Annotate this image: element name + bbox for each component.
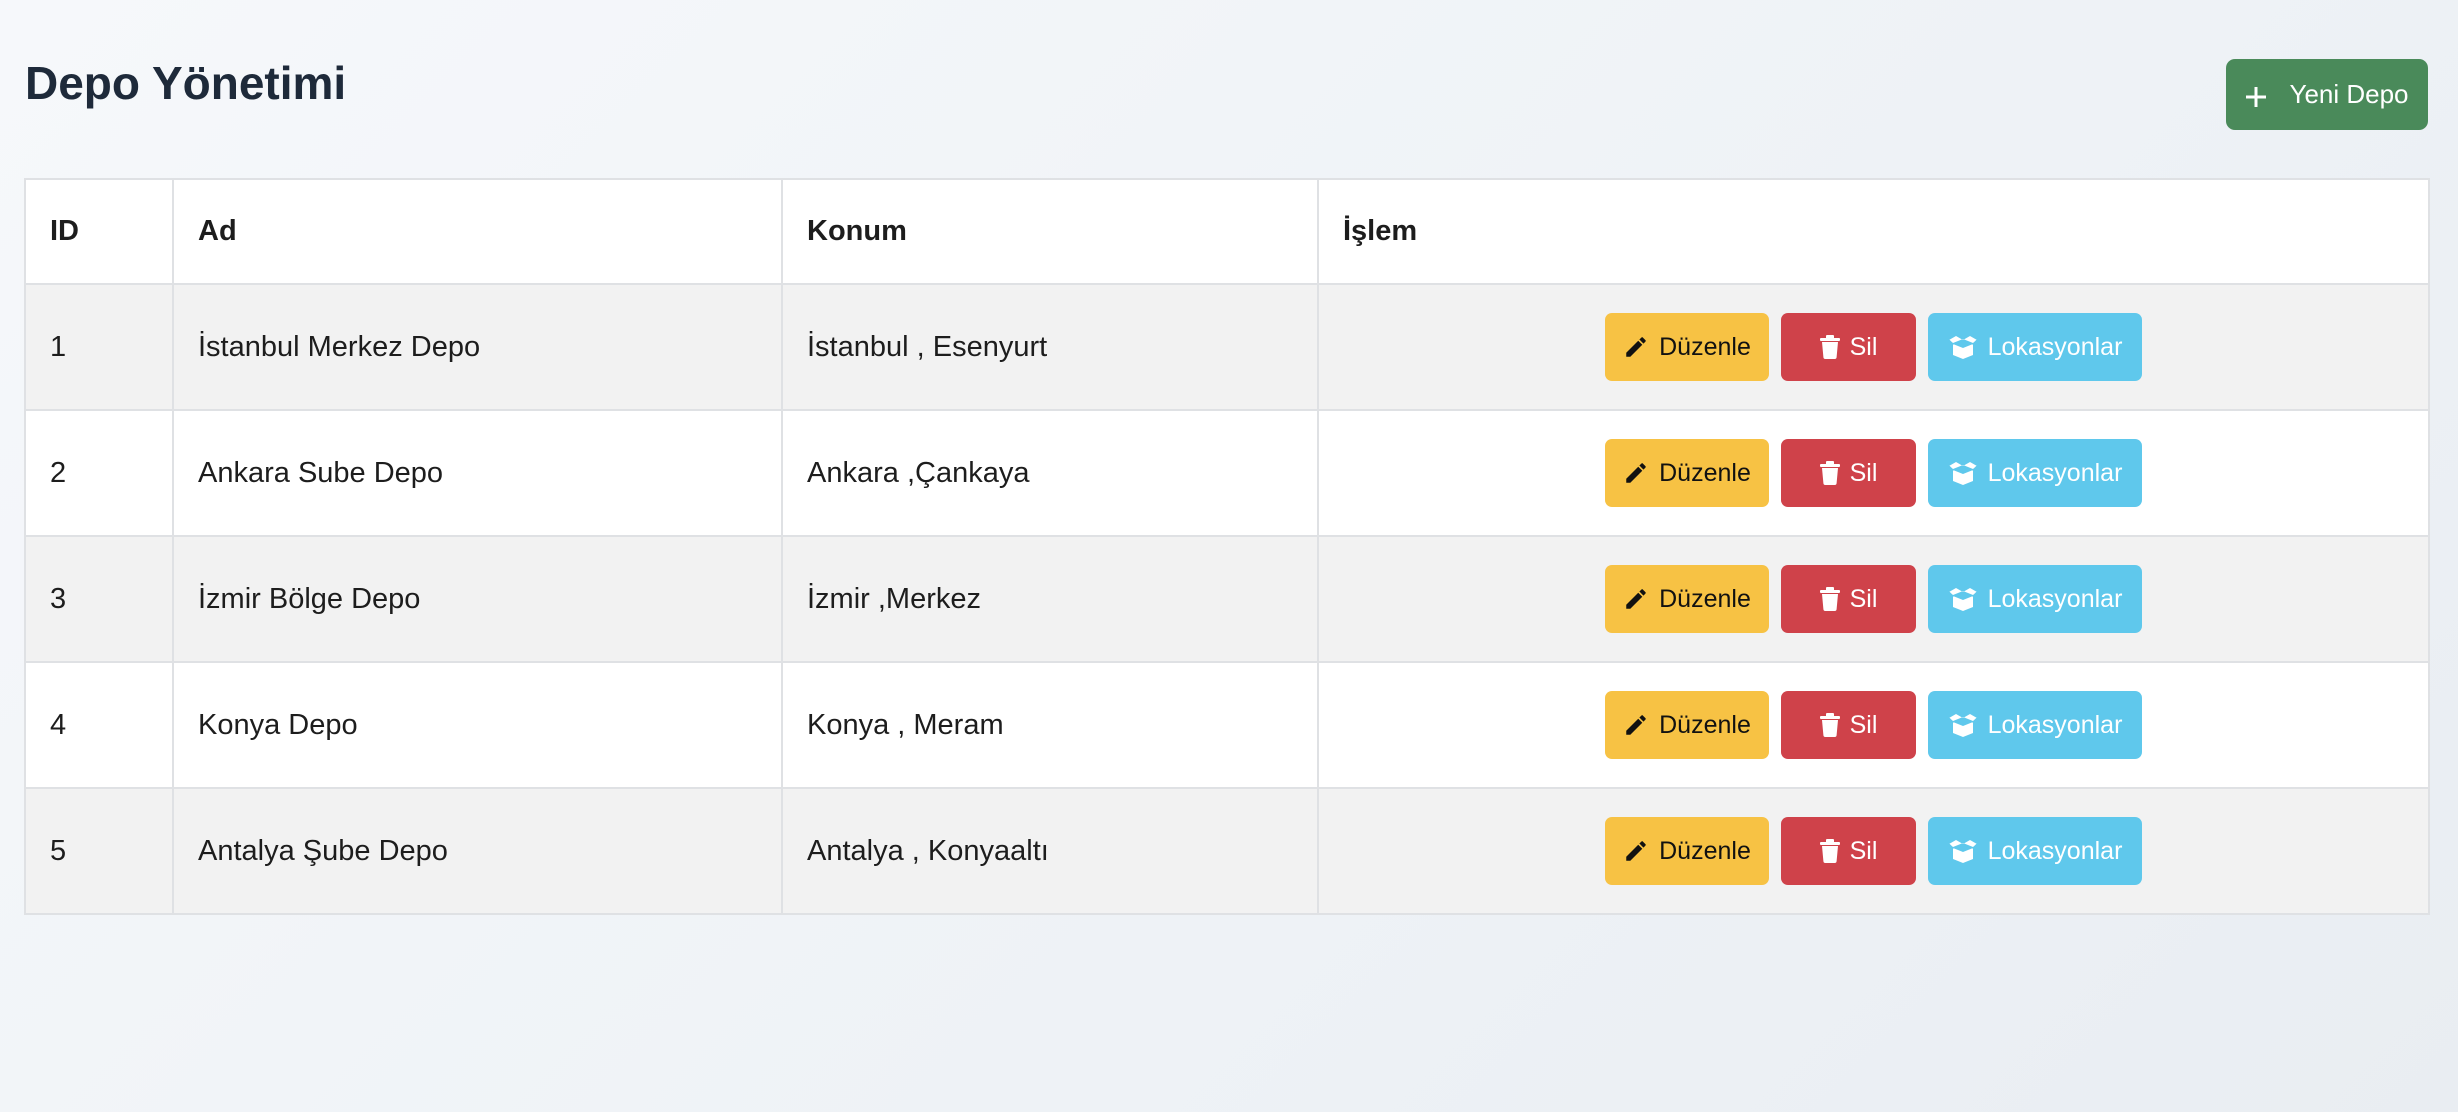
trash-icon xyxy=(1819,335,1840,359)
trash-icon xyxy=(1819,839,1840,863)
depot-table-container: ID Ad Konum İşlem 1 İstanbul Merkez Depo… xyxy=(24,178,2430,915)
table-row: 1 İstanbul Merkez Depo İstanbul , Esenyu… xyxy=(24,283,2430,411)
edit-label: Düzenle xyxy=(1659,836,1751,865)
trash-icon xyxy=(1819,461,1840,485)
pencil-icon xyxy=(1623,712,1649,738)
cell-location: Konya , Meram xyxy=(781,661,1319,789)
cell-id: 1 xyxy=(24,283,174,411)
edit-button[interactable]: Düzenle xyxy=(1605,313,1769,381)
locations-button[interactable]: Lokasyonlar xyxy=(1928,313,2142,381)
page-title: Depo Yönetimi xyxy=(25,57,347,109)
row-actions: Düzenle Sil Lokasyonlar xyxy=(1343,565,2404,633)
depot-table: ID Ad Konum İşlem 1 İstanbul Merkez Depo… xyxy=(24,178,2430,915)
cell-name: Antalya Şube Depo xyxy=(172,787,783,915)
cell-name: Konya Depo xyxy=(172,661,783,789)
locations-label: Lokasyonlar xyxy=(1987,332,2123,361)
table-row: 3 İzmir Bölge Depo İzmir ,Merkez Düzenle xyxy=(24,535,2430,663)
delete-label: Sil xyxy=(1849,710,1878,739)
delete-button[interactable]: Sil xyxy=(1781,817,1916,885)
cell-location: Antalya , Konyaaltı xyxy=(781,787,1319,915)
edit-button[interactable]: Düzenle xyxy=(1605,439,1769,507)
new-depot-button[interactable]: Yeni Depo xyxy=(2226,59,2428,130)
trash-icon xyxy=(1819,713,1840,737)
edit-label: Düzenle xyxy=(1659,710,1751,739)
column-header-actions: İşlem xyxy=(1317,178,2430,285)
cell-id: 5 xyxy=(24,787,174,915)
edit-button[interactable]: Düzenle xyxy=(1605,817,1769,885)
cell-location: Ankara ,Çankaya xyxy=(781,409,1319,537)
edit-label: Düzenle xyxy=(1659,332,1751,361)
cell-name: İstanbul Merkez Depo xyxy=(172,283,783,411)
cell-actions: Düzenle Sil Lokasyonlar xyxy=(1317,409,2430,537)
cell-location: İstanbul , Esenyurt xyxy=(781,283,1319,411)
locations-button[interactable]: Lokasyonlar xyxy=(1928,565,2142,633)
pencil-icon xyxy=(1623,838,1649,864)
box-open-icon xyxy=(1948,335,1978,359)
row-actions: Düzenle Sil Lokasyonlar xyxy=(1343,439,2404,507)
plus-icon xyxy=(2245,84,2267,107)
column-header-name: Ad xyxy=(172,178,783,285)
edit-label: Düzenle xyxy=(1659,458,1751,487)
edit-button[interactable]: Düzenle xyxy=(1605,691,1769,759)
table-row: 5 Antalya Şube Depo Antalya , Konyaaltı … xyxy=(24,787,2430,915)
locations-button[interactable]: Lokasyonlar xyxy=(1928,817,2142,885)
delete-label: Sil xyxy=(1849,332,1878,361)
row-actions: Düzenle Sil Lokasyonlar xyxy=(1343,691,2404,759)
delete-label: Sil xyxy=(1849,836,1878,865)
box-open-icon xyxy=(1948,587,1978,611)
page: Depo Yönetimi Yeni Depo ID Ad Konum İşle… xyxy=(0,0,2458,1112)
cell-name: Ankara Sube Depo xyxy=(172,409,783,537)
cell-actions: Düzenle Sil Lokasyonlar xyxy=(1317,535,2430,663)
edit-label: Düzenle xyxy=(1659,584,1751,613)
cell-actions: Düzenle Sil Lokasyonlar xyxy=(1317,661,2430,789)
row-actions: Düzenle Sil Lokasyonlar xyxy=(1343,817,2404,885)
cell-id: 4 xyxy=(24,661,174,789)
delete-button[interactable]: Sil xyxy=(1781,439,1916,507)
delete-button[interactable]: Sil xyxy=(1781,565,1916,633)
cell-actions: Düzenle Sil Lokasyonlar xyxy=(1317,787,2430,915)
edit-button[interactable]: Düzenle xyxy=(1605,565,1769,633)
trash-icon xyxy=(1819,587,1840,611)
delete-button[interactable]: Sil xyxy=(1781,313,1916,381)
pencil-icon xyxy=(1623,334,1649,360)
cell-location: İzmir ,Merkez xyxy=(781,535,1319,663)
pencil-icon xyxy=(1623,460,1649,486)
table-body: 1 İstanbul Merkez Depo İstanbul , Esenyu… xyxy=(24,283,2430,915)
cell-actions: Düzenle Sil Lokasyonlar xyxy=(1317,283,2430,411)
locations-label: Lokasyonlar xyxy=(1987,458,2123,487)
locations-label: Lokasyonlar xyxy=(1987,584,2123,613)
cell-id: 3 xyxy=(24,535,174,663)
delete-label: Sil xyxy=(1849,458,1878,487)
table-row: 2 Ankara Sube Depo Ankara ,Çankaya Düzen… xyxy=(24,409,2430,537)
delete-label: Sil xyxy=(1849,584,1878,613)
table-header-row: ID Ad Konum İşlem xyxy=(24,178,2430,285)
table-row: 4 Konya Depo Konya , Meram Düzenle Sil L… xyxy=(24,661,2430,789)
column-header-id: ID xyxy=(24,178,174,285)
delete-button[interactable]: Sil xyxy=(1781,691,1916,759)
cell-name: İzmir Bölge Depo xyxy=(172,535,783,663)
column-header-location: Konum xyxy=(781,178,1319,285)
new-depot-label: Yeni Depo xyxy=(2289,79,2409,109)
locations-label: Lokasyonlar xyxy=(1987,836,2123,865)
box-open-icon xyxy=(1948,461,1978,485)
box-open-icon xyxy=(1948,713,1978,737)
pencil-icon xyxy=(1623,586,1649,612)
locations-label: Lokasyonlar xyxy=(1987,710,2123,739)
locations-button[interactable]: Lokasyonlar xyxy=(1928,439,2142,507)
box-open-icon xyxy=(1948,839,1978,863)
cell-id: 2 xyxy=(24,409,174,537)
locations-button[interactable]: Lokasyonlar xyxy=(1928,691,2142,759)
row-actions: Düzenle Sil Lokasyonlar xyxy=(1343,313,2404,381)
